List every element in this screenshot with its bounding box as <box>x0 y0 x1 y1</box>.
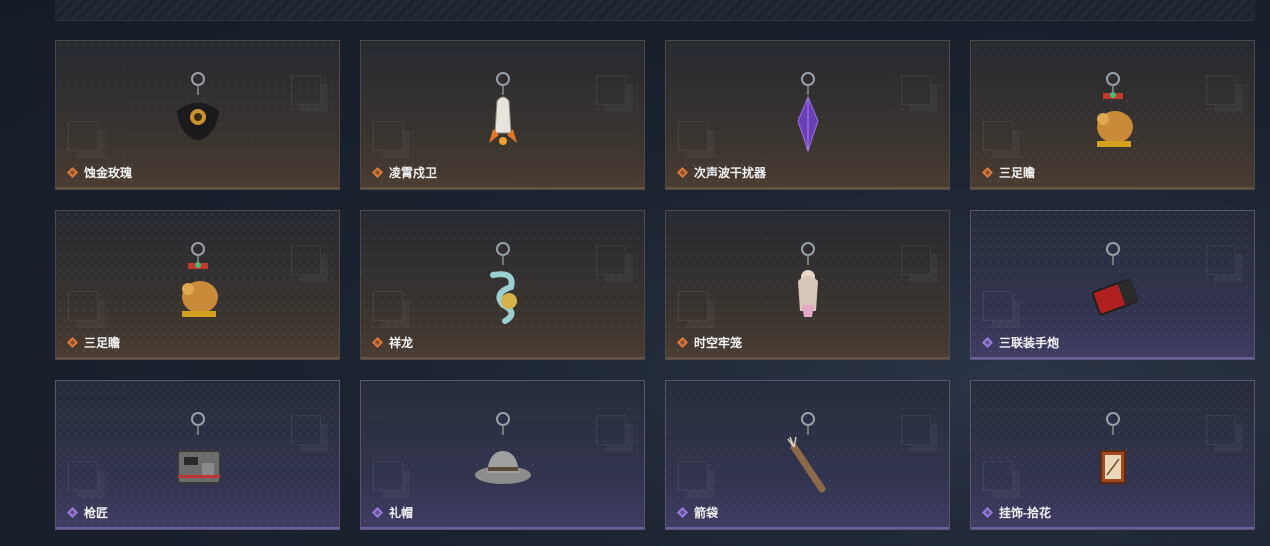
doll-charm-icon <box>768 241 848 331</box>
charm-label: 箭袋 <box>677 504 718 521</box>
rarity-diamond-icon <box>982 507 993 518</box>
card-deco <box>901 415 931 445</box>
rocket-charm-icon <box>463 71 543 161</box>
charm-card[interactable]: 礼帽 <box>360 380 645 530</box>
card-deco <box>596 415 626 445</box>
rarity-diamond-icon <box>677 167 688 178</box>
card-deco <box>68 121 98 151</box>
rarity-underline <box>56 527 339 529</box>
charm-label: 时空牢笼 <box>677 334 742 351</box>
charm-name: 礼帽 <box>389 506 414 520</box>
quiver-charm-icon <box>768 411 848 501</box>
rarity-diamond-icon <box>677 337 688 348</box>
rarity-diamond-icon <box>372 337 383 348</box>
charm-card[interactable]: 祥龙 <box>360 210 645 360</box>
rarity-underline <box>971 357 1254 359</box>
charm-name: 时空牢笼 <box>694 336 743 350</box>
charm-name: 挂饰-拾花 <box>999 506 1051 520</box>
card-deco <box>678 121 708 151</box>
rarity-underline <box>56 187 339 189</box>
rarity-diamond-icon <box>372 507 383 518</box>
golden-toad-charm-icon <box>1073 71 1153 161</box>
purple-crystal-charm-icon <box>768 71 848 161</box>
rarity-underline <box>56 357 339 359</box>
charm-card[interactable]: 枪匠 <box>55 380 340 530</box>
charm-label: 三足瞻 <box>67 334 120 351</box>
charm-name: 箭袋 <box>694 506 719 520</box>
black-rose-charm-icon <box>158 71 238 161</box>
card-deco <box>291 245 321 275</box>
card-deco <box>596 245 626 275</box>
card-deco <box>983 121 1013 151</box>
rarity-diamond-icon <box>982 167 993 178</box>
charm-name: 三联装手炮 <box>999 336 1060 350</box>
rarity-underline <box>361 187 644 189</box>
card-deco <box>373 291 403 321</box>
charm-label: 礼帽 <box>372 504 413 521</box>
card-deco <box>983 461 1013 491</box>
card-deco <box>291 75 321 105</box>
card-deco <box>373 461 403 491</box>
card-deco <box>68 461 98 491</box>
rarity-underline <box>666 187 949 189</box>
charm-label: 凌霄戍卫 <box>372 164 437 181</box>
rarity-underline <box>971 527 1254 529</box>
charm-name: 凌霄戍卫 <box>389 166 438 180</box>
golden-toad-charm-icon <box>158 241 238 331</box>
charm-card[interactable]: 挂饰-拾花 <box>970 380 1255 530</box>
card-deco <box>68 291 98 321</box>
charm-name: 蚀金玫瑰 <box>84 166 133 180</box>
card-deco <box>291 415 321 445</box>
charm-name: 枪匠 <box>84 506 109 520</box>
flower-frame-charm-icon <box>1073 411 1153 501</box>
rarity-underline <box>666 357 949 359</box>
card-deco <box>901 75 931 105</box>
rarity-diamond-icon <box>372 167 383 178</box>
charm-label: 三联装手炮 <box>982 334 1059 351</box>
charm-name: 三足瞻 <box>999 166 1036 180</box>
rarity-diamond-icon <box>982 337 993 348</box>
card-deco <box>901 245 931 275</box>
card-deco <box>1206 75 1236 105</box>
card-deco <box>983 291 1013 321</box>
charm-grid: 蚀金玫瑰 凌霄戍卫 次声波干扰器 三足瞻 三足瞻 祥龙 时空牢笼 三联装手炮 枪… <box>55 40 1255 530</box>
charm-card[interactable]: 次声波干扰器 <box>665 40 950 190</box>
charm-name: 三足瞻 <box>84 336 121 350</box>
charm-card[interactable]: 凌霄戍卫 <box>360 40 645 190</box>
charm-card[interactable]: 三足瞻 <box>970 40 1255 190</box>
charm-label: 挂饰-拾花 <box>982 504 1051 521</box>
rarity-underline <box>361 357 644 359</box>
toolbox-charm-icon <box>158 411 238 501</box>
charm-label: 次声波干扰器 <box>677 164 766 181</box>
card-deco <box>1206 245 1236 275</box>
hand-cannon-charm-icon <box>1073 241 1153 331</box>
charm-label: 三足瞻 <box>982 164 1035 181</box>
rarity-diamond-icon <box>677 507 688 518</box>
charm-card[interactable]: 三足瞻 <box>55 210 340 360</box>
charm-card[interactable]: 蚀金玫瑰 <box>55 40 340 190</box>
charm-card[interactable]: 三联装手炮 <box>970 210 1255 360</box>
card-deco <box>373 121 403 151</box>
rarity-diamond-icon <box>67 507 78 518</box>
rarity-diamond-icon <box>67 167 78 178</box>
card-deco <box>596 75 626 105</box>
card-deco <box>1206 415 1236 445</box>
charm-card[interactable]: 时空牢笼 <box>665 210 950 360</box>
hat-charm-icon <box>463 411 543 501</box>
charm-label: 祥龙 <box>372 334 413 351</box>
card-deco <box>678 461 708 491</box>
dragon-charm-icon <box>463 241 543 331</box>
card-deco <box>678 291 708 321</box>
charm-name: 次声波干扰器 <box>694 166 767 180</box>
rarity-underline <box>361 527 644 529</box>
rarity-underline <box>971 187 1254 189</box>
charm-name: 祥龙 <box>389 336 414 350</box>
rarity-underline <box>666 527 949 529</box>
charm-card[interactable]: 箭袋 <box>665 380 950 530</box>
collection-stats-bar <box>55 0 1255 21</box>
charm-label: 蚀金玫瑰 <box>67 164 132 181</box>
rarity-diamond-icon <box>67 337 78 348</box>
charm-label: 枪匠 <box>67 504 108 521</box>
